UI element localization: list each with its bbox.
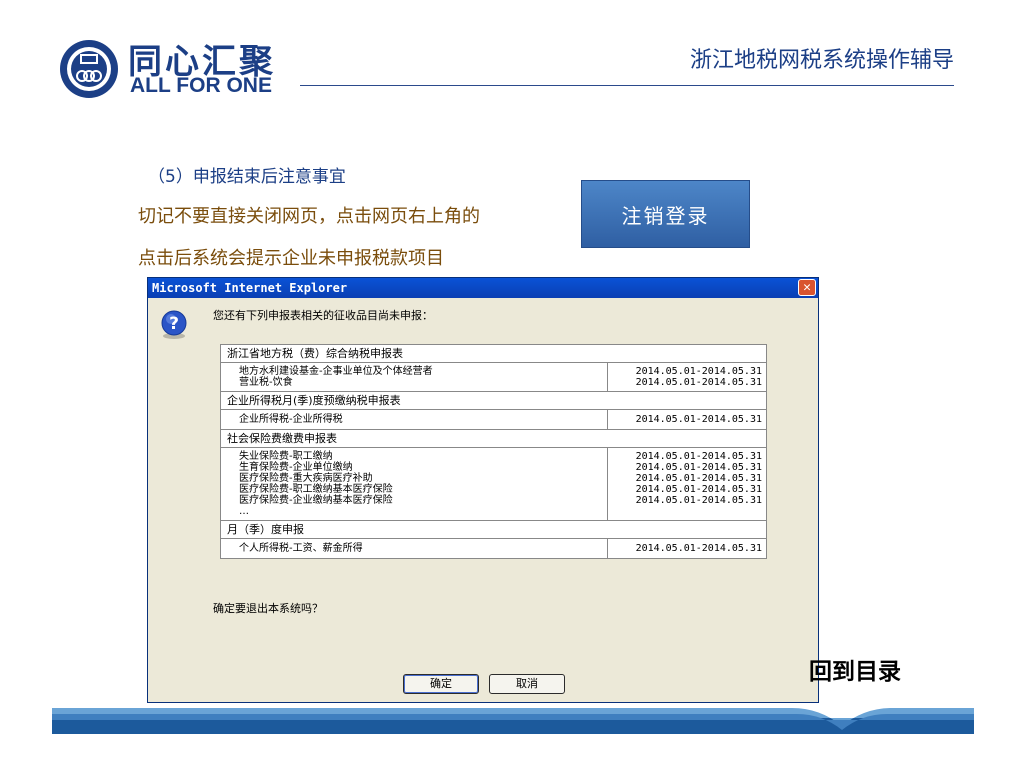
question-icon: ? [161,310,187,339]
dialog-message: 您还有下列申报表相关的征收品目尚未申报： [213,309,433,322]
step-title: （5）申报结束后注意事宜 [148,167,346,187]
instruction-line-2: 点击后系统会提示企业未申报税款项目 [138,248,444,269]
period-date: 2014.05.01-2014.05.31 [635,462,762,473]
list-item: 企业所得税-企业所得税 [239,414,343,425]
undeclared-items-table: 浙江省地方税（费）综合纳税申报表 地方水利建设基金-企事业单位及个体经营者 营业… [220,344,767,559]
dates-column: 2014.05.01-2014.05.31 [608,539,766,558]
list-item: 生育保险费-企业单位缴纳 [239,462,353,473]
dialog-title: Microsoft Internet Explorer [152,281,348,295]
back-to-contents-link[interactable]: 回到目录 [809,652,901,686]
section-header: 社会保险费缴费申报表 [221,430,766,448]
items-column: 失业保险费-职工缴纳 生育保险费-企业单位缴纳 医疗保险费-重大疾病医疗补助 医… [221,448,608,520]
footer-band [52,708,974,734]
section-header: 月（季）度申报 [221,521,766,539]
list-item: 营业税-饮食 [239,377,293,388]
cancel-button[interactable]: 取消 [489,674,565,694]
section-body: 企业所得税-企业所得税 2014.05.01-2014.05.31 [221,410,766,430]
section-body: 个人所得税-工资、薪金所得 2014.05.01-2014.05.31 [221,539,766,558]
period-date: 2014.05.01-2014.05.31 [635,543,762,554]
ok-button[interactable]: 确定 [403,674,479,694]
period-date: 2014.05.01-2014.05.31 [635,377,762,388]
dates-column: 2014.05.01-2014.05.31 [608,410,766,429]
period-date: 2014.05.01-2014.05.31 [635,495,762,506]
list-item: 失业保险费-职工缴纳 [239,451,333,462]
svg-text:?: ? [169,314,179,334]
header-divider [300,85,954,86]
list-item: 个人所得税-工资、薪金所得 [239,543,363,554]
items-column: 地方水利建设基金-企事业单位及个体经营者 营业税-饮食 [221,363,608,391]
dialog-titlebar: Microsoft Internet Explorer ✕ [148,278,818,298]
section-header: 企业所得税月(季)度预缴纳税申报表 [221,392,766,410]
period-date: 2014.05.01-2014.05.31 [635,414,762,425]
page-title: 浙江地税网税系统操作辅导 [689,48,954,73]
brand-english-name: ALL FOR ONE [130,74,272,97]
ie-confirm-dialog: Microsoft Internet Explorer ✕ ? 您还有下列申报表… [147,277,819,703]
list-item: 地方水利建设基金-企事业单位及个体经营者 [239,366,433,377]
dates-column: 2014.05.01-2014.05.31 2014.05.01-2014.05… [608,363,766,391]
instruction-line-1: 切记不要直接关闭网页，点击网页右上角的 [138,206,480,227]
list-item: 医疗保险费-企业缴纳基本医疗保险 [239,495,393,506]
section-body: 失业保险费-职工缴纳 生育保险费-企业单位缴纳 医疗保险费-重大疾病医疗补助 医… [221,448,766,521]
logo-emblem-icon [60,40,118,98]
close-icon[interactable]: ✕ [798,279,816,296]
period-date: 2014.05.01-2014.05.31 [635,484,762,495]
section-header: 浙江省地方税（费）综合纳税申报表 [221,345,766,363]
list-item: 医疗保险费-重大疾病医疗补助 [239,473,373,484]
dates-column: 2014.05.01-2014.05.31 2014.05.01-2014.05… [608,448,766,520]
period-date: 2014.05.01-2014.05.31 [635,366,762,377]
items-column: 个人所得税-工资、薪金所得 [221,539,608,558]
list-item: … [239,506,249,517]
period-date: 2014.05.01-2014.05.31 [635,451,762,462]
confirm-question: 确定要退出本系统吗？ [213,602,323,615]
period-date: 2014.05.01-2014.05.31 [635,473,762,484]
items-column: 企业所得税-企业所得税 [221,410,608,429]
list-item: 医疗保险费-职工缴纳基本医疗保险 [239,484,393,495]
logout-button-image: 注销登录 [581,180,750,248]
section-body: 地方水利建设基金-企事业单位及个体经营者 营业税-饮食 2014.05.01-2… [221,363,766,392]
